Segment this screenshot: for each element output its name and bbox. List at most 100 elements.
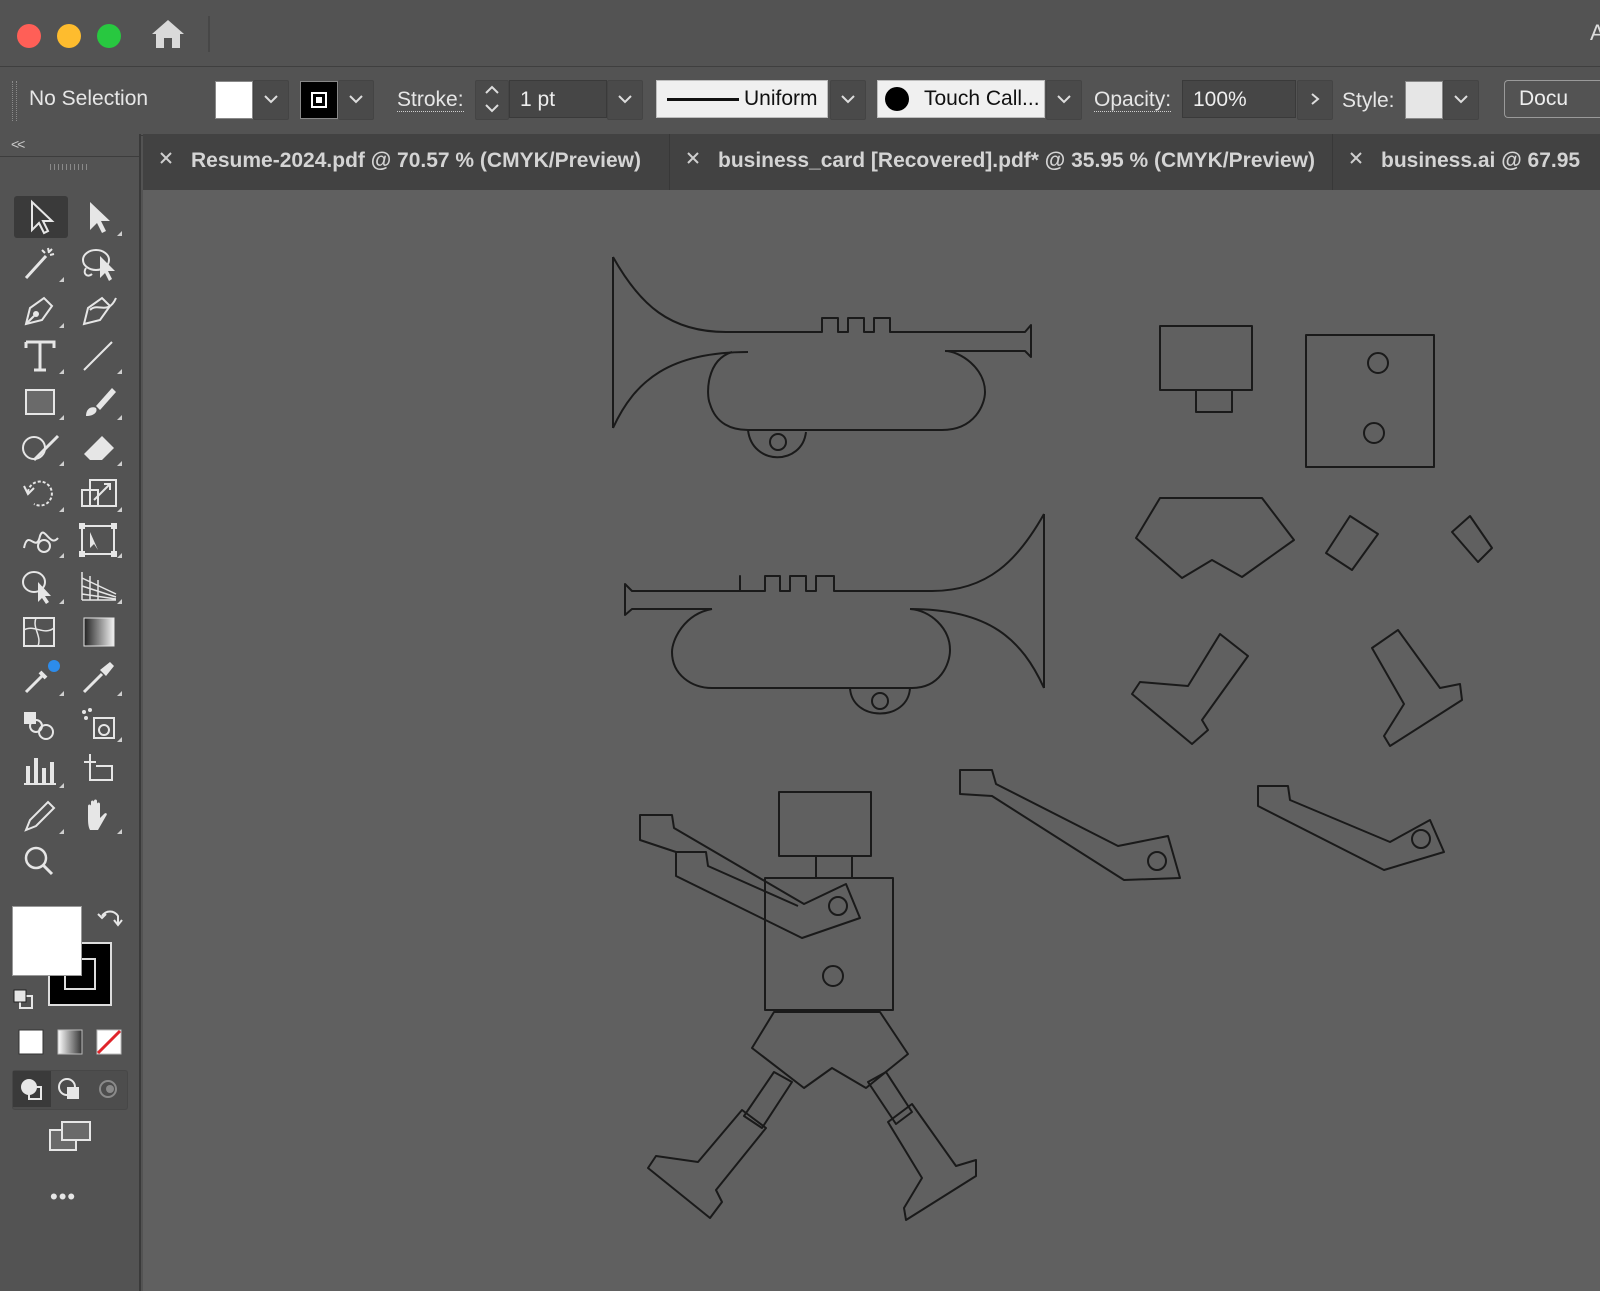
zoom-window-button[interactable] (97, 24, 121, 48)
gradient-mode-button[interactable] (51, 1024, 89, 1060)
draw-inside-icon[interactable] (89, 1071, 127, 1107)
tab-label: business.ai @ 67.95 (1381, 149, 1581, 172)
perspective-grid-tool-icon[interactable] (72, 564, 126, 606)
control-bar: No Selection Stroke: 1 pt Uniform Touch … (0, 67, 1600, 136)
left-boot-shape[interactable] (1131, 633, 1249, 745)
rectangle-tool-icon[interactable] (14, 380, 68, 422)
close-tab-icon[interactable] (1349, 151, 1363, 165)
style-dropdown[interactable] (1443, 80, 1479, 120)
document-tab[interactable]: business.ai @ 67.95 (1333, 134, 1600, 190)
right-boot-shape[interactable] (1371, 629, 1463, 747)
title-separator (208, 16, 210, 52)
paintbrush-tool-icon[interactable] (72, 380, 126, 422)
left-arm-shape[interactable] (959, 769, 1181, 881)
tools-panel: << ••• (0, 134, 141, 1291)
stroke-weight-stepper[interactable] (475, 80, 509, 120)
scale-tool-icon[interactable] (72, 472, 126, 514)
free-transform-tool-icon[interactable] (72, 518, 126, 560)
curvature-tool-icon[interactable] (72, 288, 126, 330)
minimize-window-button[interactable] (57, 24, 81, 48)
artboard-canvas[interactable] (143, 190, 1600, 1291)
document-tab[interactable]: Resume-2024.pdf @ 70.57 % (CMYK/Preview) (143, 134, 670, 190)
fill-dropdown[interactable] (253, 80, 289, 120)
rotate-tool-icon[interactable] (14, 472, 68, 514)
zoom-tool-icon[interactable] (14, 840, 68, 882)
style-label: Style: (1342, 89, 1395, 112)
edit-toolbar-button[interactable]: ••• (50, 1184, 76, 1210)
right-thigh-shape[interactable] (1451, 515, 1493, 563)
head-shape[interactable] (1159, 325, 1253, 413)
direct-selection-tool-icon[interactable] (72, 196, 126, 238)
pen-tool-icon[interactable] (14, 288, 68, 330)
brush-dot-icon (885, 87, 909, 111)
title-edge-text: A (1590, 20, 1600, 45)
assembled-robot-shape[interactable] (639, 791, 977, 1221)
selection-tool-icon[interactable] (14, 196, 68, 238)
magic-wand-tool-icon[interactable] (14, 242, 68, 284)
swap-fill-stroke-icon[interactable] (96, 906, 124, 934)
collapse-panel-button[interactable]: << (11, 136, 25, 152)
screen-mode-icon[interactable] (46, 1118, 94, 1156)
fill-color-swatch[interactable] (12, 906, 82, 976)
eyedropper-tool-icon[interactable] (14, 656, 68, 698)
eraser-tool-icon[interactable] (72, 426, 126, 468)
close-window-button[interactable] (17, 24, 41, 48)
opacity-input[interactable]: 100% (1182, 80, 1296, 118)
warp-tool-icon[interactable] (14, 518, 68, 560)
shaper-tool-icon[interactable] (14, 426, 68, 468)
stroke-dropdown[interactable] (338, 80, 374, 120)
trumpet-bottom-shape[interactable] (624, 513, 1045, 715)
stroke-weight-dropdown[interactable] (607, 80, 643, 120)
lasso-tool-icon[interactable] (72, 242, 126, 284)
artboard-tool-icon[interactable] (72, 748, 126, 790)
shape-builder-tool-icon[interactable] (14, 564, 68, 606)
uniform-line-icon (667, 98, 739, 101)
opacity-expand-button[interactable] (1297, 80, 1333, 120)
home-icon[interactable] (148, 16, 188, 52)
fill-swatch[interactable] (215, 81, 253, 119)
variable-width-profile[interactable]: Uniform (656, 80, 828, 118)
column-graph-tool-icon[interactable] (14, 748, 68, 790)
stroke-weight-input[interactable]: 1 pt (509, 80, 607, 118)
stroke-swatch[interactable] (300, 81, 338, 119)
artwork (612, 256, 1493, 1221)
type-tool-icon[interactable] (14, 334, 68, 376)
drawing-modes-group (12, 1070, 128, 1110)
line-segment-tool-icon[interactable] (72, 334, 126, 376)
right-arm-shape[interactable] (1257, 785, 1445, 871)
default-fill-stroke-icon[interactable] (12, 988, 36, 1010)
close-tab-icon[interactable] (686, 151, 700, 165)
color-mode-button[interactable] (12, 1024, 50, 1060)
profile-dropdown[interactable] (830, 80, 866, 120)
mesh-tool-icon[interactable] (14, 610, 68, 652)
profile-label: Uniform (744, 87, 818, 110)
brush-definition[interactable]: Touch Call... (877, 80, 1045, 118)
document-setup-button[interactable]: Docu (1504, 80, 1600, 118)
close-tab-icon[interactable] (159, 151, 173, 165)
graphic-style-swatch[interactable] (1405, 81, 1443, 119)
brush-dropdown[interactable] (1046, 80, 1082, 120)
trumpet-top-shape[interactable] (612, 256, 1032, 459)
document-tab-bar: Resume-2024.pdf @ 70.57 % (CMYK/Preview)… (143, 134, 1600, 190)
draw-behind-icon[interactable] (51, 1071, 89, 1107)
opacity-label[interactable]: Opacity: (1094, 89, 1172, 112)
hips-shape[interactable] (1135, 497, 1295, 579)
none-mode-button[interactable] (90, 1024, 128, 1060)
tab-label: business_card [Recovered].pdf* @ 35.95 %… (718, 149, 1316, 172)
blend-tool-icon[interactable] (14, 702, 68, 744)
left-thigh-shape[interactable] (1325, 515, 1379, 571)
control-bar-grip[interactable] (12, 81, 17, 121)
symbol-sprayer-tool-icon[interactable] (72, 702, 126, 744)
torso-shape[interactable] (1305, 334, 1435, 468)
slice-tool-icon[interactable] (14, 794, 68, 836)
selection-status: No Selection (29, 87, 149, 110)
title-bar: A (0, 0, 1600, 67)
panel-header-divider (0, 156, 139, 157)
gradient-tool-icon[interactable] (72, 610, 126, 652)
measure-tool-icon[interactable] (72, 656, 126, 698)
document-tab[interactable]: business_card [Recovered].pdf* @ 35.95 %… (670, 134, 1333, 190)
draw-normal-icon[interactable] (13, 1071, 51, 1107)
panel-grip[interactable] (50, 164, 90, 170)
stroke-label[interactable]: Stroke: (397, 89, 464, 112)
hand-tool-icon[interactable] (72, 794, 126, 836)
